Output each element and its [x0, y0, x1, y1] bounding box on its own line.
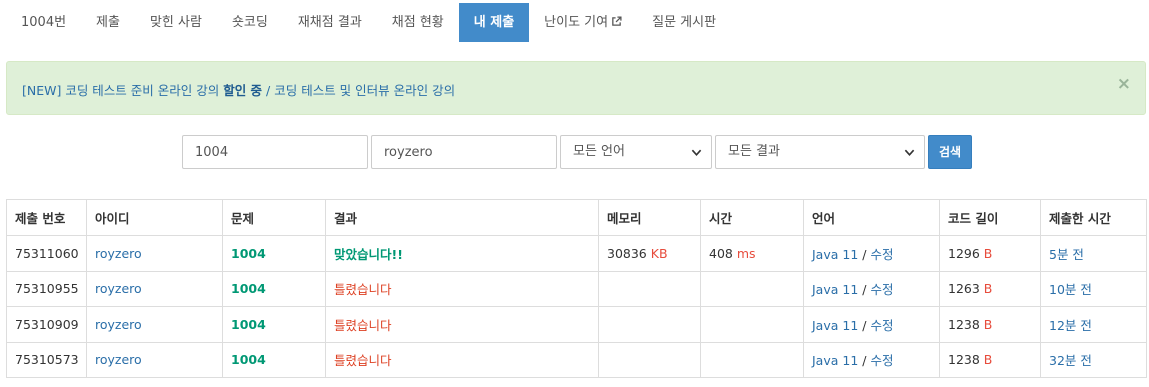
col-header-user: 아이디 — [86, 199, 223, 236]
problem-link[interactable]: 1004 — [231, 246, 266, 261]
tab-rejudge-results[interactable]: 재채점 결과 — [283, 3, 377, 42]
time-value: 408 — [709, 245, 733, 261]
alert-suffix: / 코딩 테스트 및 인터뷰 온라인 강의 — [262, 83, 456, 98]
table-header-row: 제출 번호 아이디 문제 결과 메모리 시간 언어 코드 길이 제출한 시간 — [6, 199, 1147, 236]
code-length-value: 1238 — [948, 316, 980, 332]
language-cell: Java 11 / 수정 — [803, 235, 940, 272]
time-cell — [700, 341, 804, 378]
problem-link[interactable]: 1004 — [231, 281, 266, 296]
submitted-time-link[interactable]: 32분 전 — [1049, 353, 1092, 368]
edit-link[interactable]: 수정 — [870, 318, 893, 333]
tab-my-submissions[interactable]: 내 제출 — [458, 3, 530, 42]
tab-problem[interactable]: 1004번 — [6, 3, 81, 42]
problem-link[interactable]: 1004 — [231, 317, 266, 332]
problem-id-input[interactable] — [182, 135, 368, 169]
table-row: 75310955 royzero 1004 틀렸습니다 Java 11 / 수정… — [6, 270, 1147, 307]
user-link[interactable]: royzero — [95, 352, 142, 367]
col-header-time: 시간 — [700, 199, 804, 236]
user-link[interactable]: royzero — [95, 246, 142, 261]
tab-status[interactable]: 채점 현황 — [377, 3, 459, 42]
submitted-time-link[interactable]: 10분 전 — [1049, 282, 1092, 297]
language-cell: Java 11 / 수정 — [803, 306, 940, 343]
code-length-cell: 1238 B — [939, 306, 1041, 343]
tab-submit[interactable]: 제출 — [81, 3, 135, 42]
code-length-cell: 1238 B — [939, 341, 1041, 378]
tab-difficulty-label: 난이도 기여 — [544, 15, 609, 30]
user-link[interactable]: royzero — [95, 317, 142, 332]
col-header-language: 언어 — [803, 199, 940, 236]
code-length-unit: B — [983, 316, 993, 332]
memory-cell — [598, 270, 701, 307]
time-cell — [700, 306, 804, 343]
language-select[interactable]: 모든 언어 — [560, 135, 712, 169]
edit-link[interactable]: 수정 — [870, 282, 893, 297]
edit-link[interactable]: 수정 — [870, 353, 893, 368]
submission-id: 75310909 — [6, 306, 87, 343]
problem-link[interactable]: 1004 — [231, 352, 266, 367]
alert-prefix: [NEW] 코딩 테스트 준비 온라인 강의 — [22, 83, 224, 98]
submitted-time-link[interactable]: 5분 전 — [1049, 247, 1084, 262]
tab-solvers[interactable]: 맞힌 사람 — [135, 3, 217, 42]
language-cell: Java 11 / 수정 — [803, 341, 940, 378]
result-select[interactable]: 모든 결과 — [715, 135, 925, 169]
code-length-unit: B — [983, 245, 993, 261]
submissions-table: 제출 번호 아이디 문제 결과 메모리 시간 언어 코드 길이 제출한 시간 7… — [6, 199, 1147, 378]
col-header-problem: 문제 — [222, 199, 326, 236]
code-length-unit: B — [983, 281, 993, 297]
language-link[interactable]: Java 11 — [812, 282, 858, 297]
user-id-input[interactable] — [371, 135, 557, 169]
tab-shortcoding[interactable]: 숏코딩 — [217, 3, 283, 42]
time-unit: ms — [736, 245, 756, 261]
code-length-cell: 1296 B — [939, 235, 1041, 272]
user-link[interactable]: royzero — [95, 281, 142, 296]
chevron-down-icon — [904, 149, 915, 157]
col-header-code-length: 코드 길이 — [939, 199, 1041, 236]
time-cell — [700, 270, 804, 307]
language-select-value: 모든 언어 — [573, 144, 625, 159]
tab-qna-board[interactable]: 질문 게시판 — [637, 3, 731, 42]
submission-id: 75310573 — [6, 341, 87, 378]
language-link[interactable]: Java 11 — [812, 353, 858, 368]
promo-alert: [NEW] 코딩 테스트 준비 온라인 강의 할인 중 / 코딩 테스트 및 인… — [6, 61, 1146, 115]
external-link-icon — [612, 16, 622, 26]
memory-cell — [598, 306, 701, 343]
time-cell: 408 ms — [700, 235, 804, 272]
submitted-time-link[interactable]: 12분 전 — [1049, 318, 1092, 333]
language-link[interactable]: Java 11 — [812, 318, 858, 333]
edit-link[interactable]: 수정 — [870, 247, 893, 262]
memory-unit: KB — [650, 245, 668, 261]
code-length-value: 1296 — [948, 245, 980, 261]
alert-close-button[interactable]: × — [1117, 76, 1131, 93]
col-header-submitted-time: 제출한 시간 — [1040, 199, 1147, 236]
code-length-cell: 1263 B — [939, 270, 1041, 307]
code-length-value: 1263 — [948, 281, 980, 297]
memory-cell: 30836 KB — [598, 235, 701, 272]
memory-value: 30836 — [607, 245, 647, 261]
table-row: 75310573 royzero 1004 틀렸습니다 Java 11 / 수정… — [6, 341, 1147, 378]
search-button[interactable]: 검색 — [928, 135, 972, 169]
submission-id: 75311060 — [6, 235, 87, 272]
language-cell: Java 11 / 수정 — [803, 270, 940, 307]
submission-id: 75310955 — [6, 270, 87, 307]
col-header-result: 결과 — [325, 199, 599, 236]
tab-difficulty-contribution[interactable]: 난이도 기여 — [529, 3, 637, 42]
problem-tabs: 1004번 제출 맞힌 사람 숏코딩 재채점 결과 채점 현황 내 제출 난이도… — [6, 3, 731, 42]
alert-bold: 할인 중 — [223, 83, 263, 98]
result-wrong: 틀렸습니다 — [334, 317, 392, 333]
code-length-value: 1238 — [948, 352, 980, 368]
alert-message[interactable]: [NEW] 코딩 테스트 준비 온라인 강의 할인 중 / 코딩 테스트 및 인… — [22, 80, 455, 99]
result-wrong: 틀렸습니다 — [334, 282, 392, 298]
memory-cell — [598, 341, 701, 378]
result-accepted: 맞았습니다!! — [334, 246, 403, 262]
table-row: 75311060 royzero 1004 맞았습니다!! 30836 KB 4… — [6, 235, 1147, 272]
col-header-submission-id: 제출 번호 — [6, 199, 87, 236]
result-wrong: 틀렸습니다 — [334, 353, 392, 369]
result-select-value: 모든 결과 — [728, 144, 780, 159]
code-length-unit: B — [983, 352, 993, 368]
language-link[interactable]: Java 11 — [812, 247, 858, 262]
chevron-down-icon — [691, 149, 702, 157]
table-row: 75310909 royzero 1004 틀렸습니다 Java 11 / 수정… — [6, 306, 1147, 343]
col-header-memory: 메모리 — [598, 199, 701, 236]
